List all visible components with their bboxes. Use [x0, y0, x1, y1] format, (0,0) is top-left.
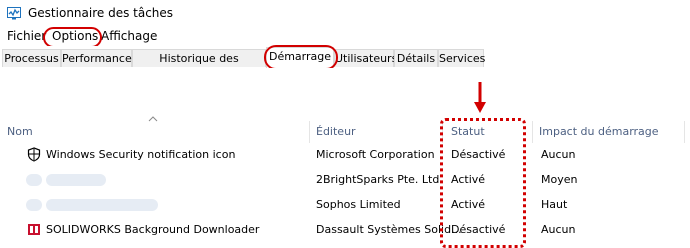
column-divider[interactable] — [684, 121, 685, 143]
column-header-publisher[interactable]: Éditeur — [316, 125, 356, 138]
blurred-name — [46, 174, 106, 186]
row-impact: Aucun — [541, 223, 576, 236]
menu-options[interactable]: Options — [52, 29, 98, 43]
red-down-arrow-icon — [474, 82, 486, 113]
tab-performance[interactable]: Performance — [61, 49, 132, 67]
row-impact: Haut — [541, 198, 568, 211]
column-header-impact[interactable]: Impact du démarrage — [539, 125, 659, 138]
tab-historique[interactable]: Historique des applications — [132, 49, 266, 82]
column-header-name[interactable]: Nom — [7, 125, 33, 138]
menu-affichage[interactable]: Affichage — [101, 29, 157, 43]
row-publisher: 2BrightSparks Pte. Ltd. — [316, 173, 443, 186]
row-name: SOLIDWORKS Background Downloader — [46, 223, 260, 236]
row-impact: Aucun — [541, 148, 576, 161]
table-row[interactable]: SOLIDWORKS Background Downloader Dassaul… — [0, 218, 690, 243]
table-row[interactable]: Sophos Limited Activé Haut — [0, 193, 690, 218]
table-row[interactable]: 2BrightSparks Pte. Ltd. Activé Moyen — [0, 168, 690, 193]
row-name: Windows Security notification icon — [46, 148, 236, 161]
table-row[interactable]: Windows Security notification icon Micro… — [0, 143, 690, 168]
table-header: Nom Éditeur Statut Impact du démarrage — [0, 121, 690, 143]
row-publisher: Microsoft Corporation — [316, 148, 435, 161]
tab-utilisateurs[interactable]: Utilisateurs — [334, 49, 397, 67]
shield-icon — [27, 147, 41, 162]
menu-fichier[interactable]: Fichier — [7, 29, 46, 43]
tab-details[interactable]: Détails — [394, 49, 438, 67]
title-bar: Gestionnaire des tâches — [0, 0, 690, 26]
row-publisher: Sophos Limited — [316, 198, 401, 211]
row-impact: Moyen — [541, 173, 578, 186]
status-column-highlight — [440, 118, 526, 248]
column-divider[interactable] — [309, 121, 310, 143]
tab-processus[interactable]: Processus — [2, 49, 61, 67]
task-manager-icon — [7, 7, 21, 20]
menu-bar: Fichier Options Affichage — [0, 26, 690, 46]
tab-services[interactable]: Services — [438, 49, 485, 67]
blurred-icon — [26, 174, 42, 186]
tab-demarrage[interactable]: Démarrage — [266, 47, 334, 68]
window-title: Gestionnaire des tâches — [28, 6, 174, 20]
blurred-icon — [26, 199, 42, 211]
solidworks-icon — [28, 224, 40, 235]
column-divider[interactable] — [532, 121, 533, 143]
blurred-name — [46, 199, 158, 211]
tab-strip: Processus Performance Historique des app… — [0, 46, 690, 82]
